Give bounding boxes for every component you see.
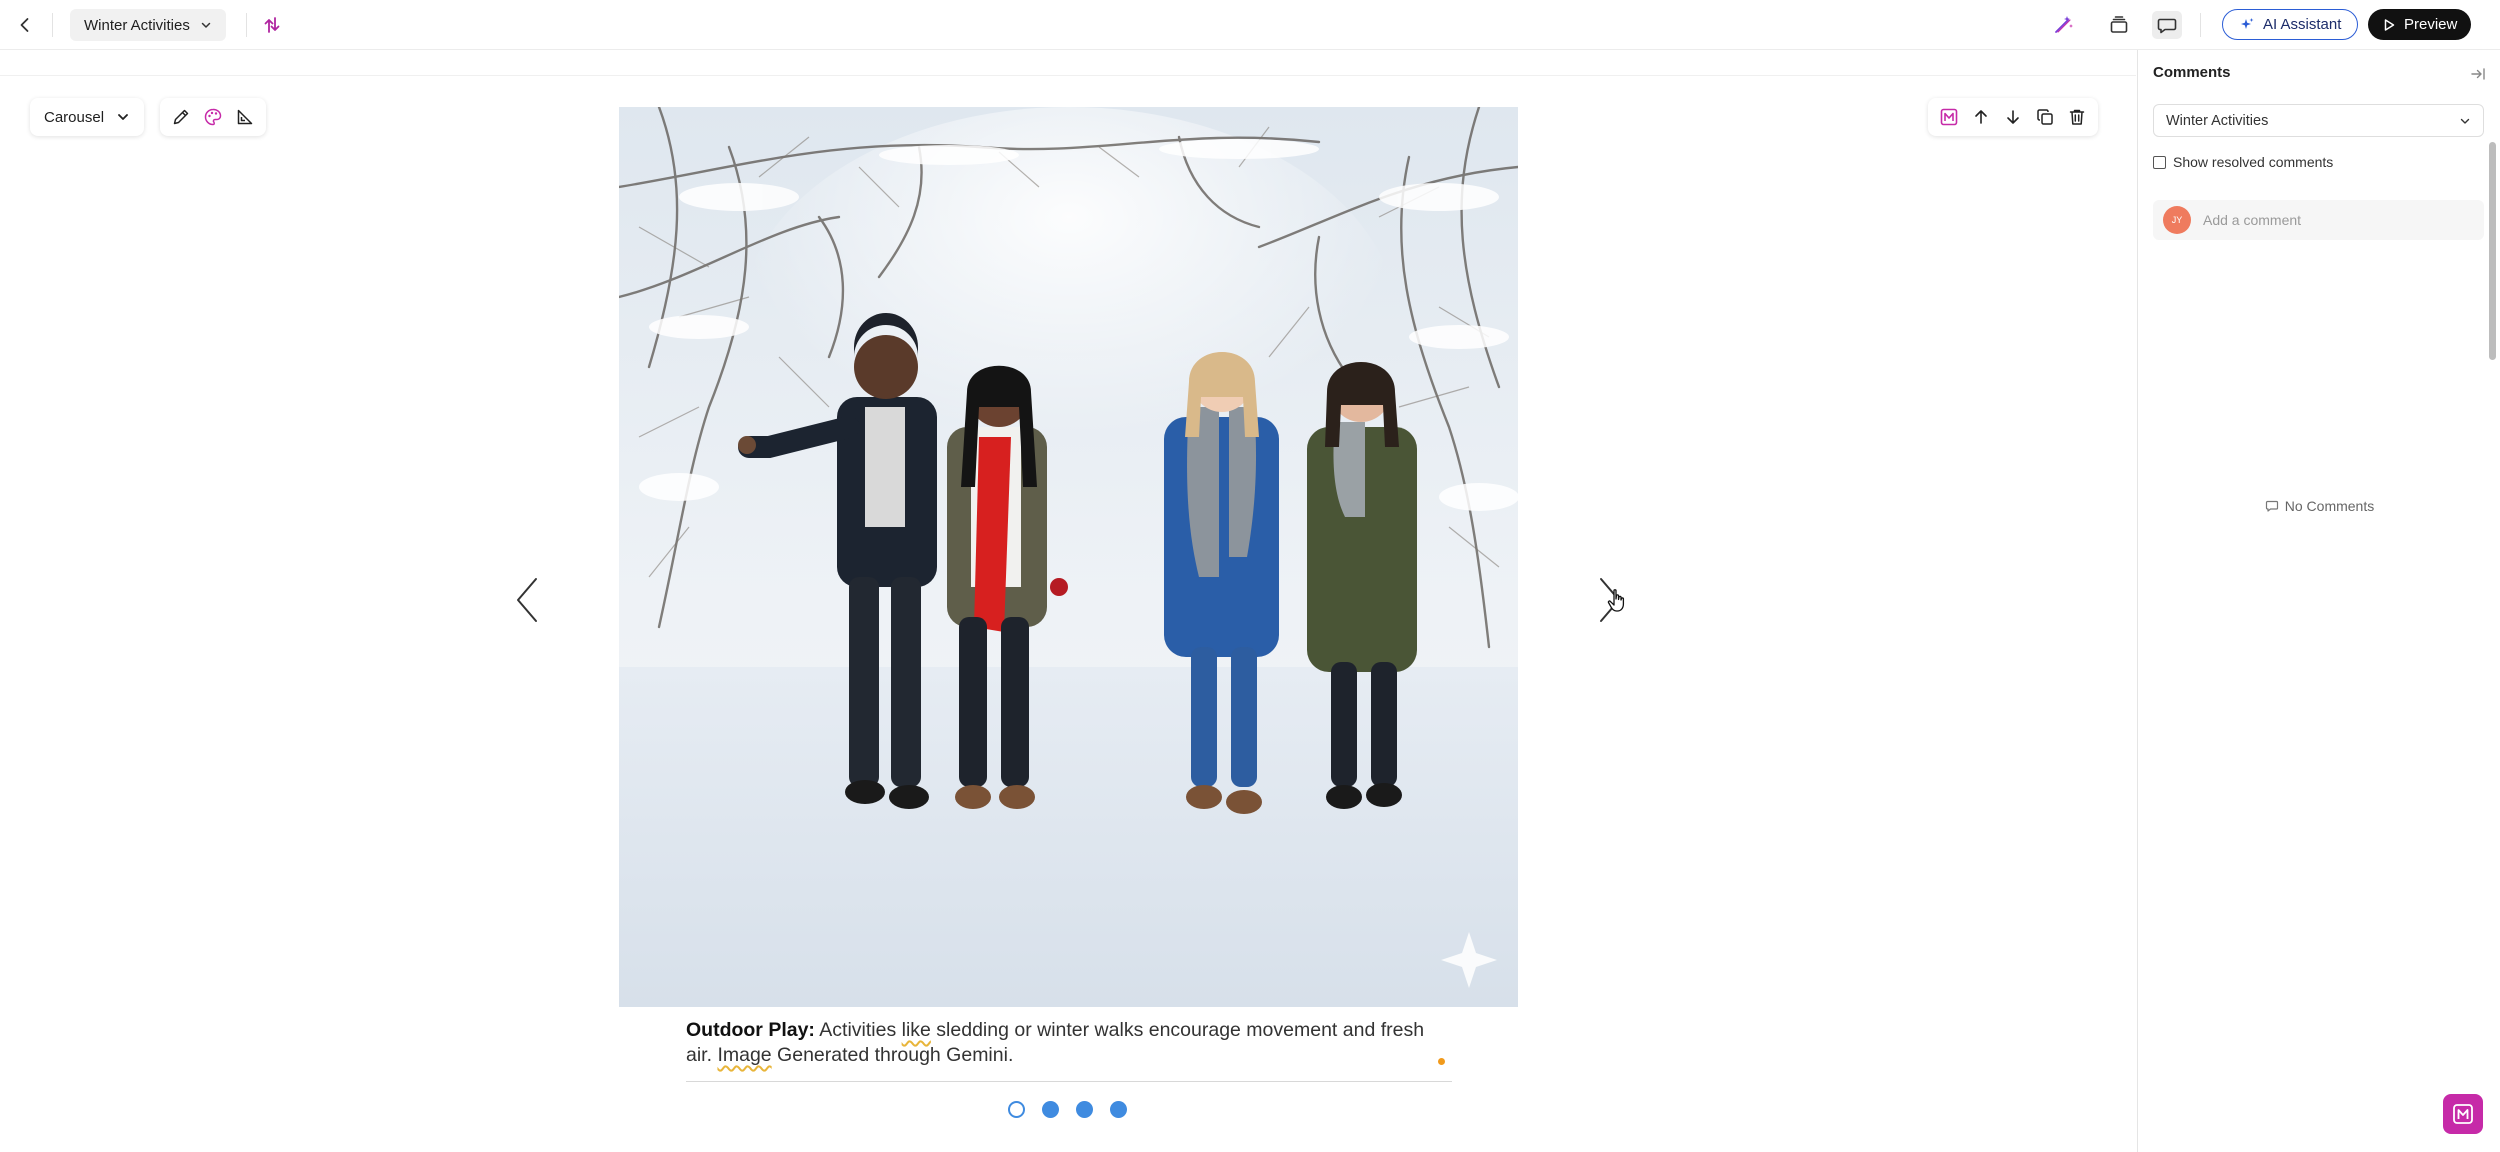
pencil-icon <box>173 109 189 125</box>
comments-toggle-button[interactable] <box>2152 11 2182 39</box>
selected-document: Winter Activities <box>2166 112 2269 129</box>
reorder-button[interactable] <box>258 11 286 39</box>
brand-logo-icon <box>1940 108 1958 126</box>
spell-flag: like <box>901 1019 931 1041</box>
carousel-prev-button[interactable] <box>507 570 547 630</box>
preview-button[interactable]: Preview <box>2368 9 2472 40</box>
speech-bubble-icon <box>2265 500 2278 512</box>
show-resolved-checkbox[interactable] <box>2153 155 2166 169</box>
speech-bubble-icon <box>2157 18 2177 34</box>
caption-text: Generated through Gemini. <box>771 1044 1014 1066</box>
avatar: JY <box>2163 206 2191 234</box>
ruler-bar <box>0 51 2136 76</box>
new-comment-box: JY <box>2153 200 2484 240</box>
magic-wand-icon <box>2055 16 2073 33</box>
chevron-left-icon <box>517 578 537 622</box>
winter-walk-photo <box>619 107 1518 1007</box>
carousel-dot-3[interactable] <box>1076 1101 1093 1118</box>
document-title: Winter Activities <box>84 16 190 34</box>
layout-button[interactable] <box>234 106 256 128</box>
preview-label: Preview <box>2404 16 2458 33</box>
toolbar-divider <box>2200 13 2201 37</box>
brand-help-button[interactable] <box>2443 1094 2483 1134</box>
block-type-dropdown[interactable]: Carousel <box>30 98 145 136</box>
ai-assistant-button[interactable]: AI Assistant <box>2222 9 2359 40</box>
collapse-panel-button[interactable] <box>2468 64 2488 84</box>
editor-canvas: Carousel Outdoor Play: Activities like s… <box>0 76 2136 1152</box>
delete-button[interactable] <box>2066 106 2088 128</box>
carousel-dot-4[interactable] <box>1110 1101 1127 1118</box>
trash-icon <box>2069 109 2085 125</box>
play-icon <box>2384 18 2395 31</box>
caption-heading: Outdoor Play: <box>686 1019 815 1041</box>
carousel-dot-2[interactable] <box>1042 1101 1059 1118</box>
carousel-caption[interactable]: Outdoor Play: Activities like sledding o… <box>686 1018 1452 1068</box>
brand-block-button[interactable] <box>1938 106 1960 128</box>
chevron-left-icon <box>20 18 29 32</box>
panel-title: Comments <box>2153 64 2231 81</box>
move-down-button[interactable] <box>2002 106 2024 128</box>
style-button[interactable] <box>202 106 224 128</box>
comment-input[interactable] <box>2203 212 2474 228</box>
magic-button[interactable] <box>2048 11 2078 39</box>
chevron-down-icon <box>118 114 128 120</box>
set-square-icon <box>237 109 253 125</box>
carousel-pagination <box>1008 1101 1127 1118</box>
show-resolved-row: Show resolved comments <box>2153 154 2333 170</box>
back-button[interactable] <box>12 12 38 38</box>
toolbar-divider <box>246 13 247 37</box>
arrow-up-icon <box>1975 110 1987 124</box>
pointer-cursor-icon <box>1607 589 1625 612</box>
brand-logo-icon <box>2453 1104 2473 1124</box>
sort-arrows-icon <box>264 17 280 33</box>
toolbar-divider <box>52 13 53 37</box>
grammar-indicator[interactable] <box>1438 1058 1445 1065</box>
caption-text: Activities <box>814 1019 902 1041</box>
top-toolbar: Winter Activities AI Assistant Preview <box>0 0 2500 50</box>
document-title-dropdown[interactable]: Winter Activities <box>70 9 226 41</box>
caption-underline <box>686 1081 1452 1082</box>
layers-button[interactable] <box>2104 11 2134 39</box>
copy-icon <box>2037 109 2053 125</box>
palette-icon <box>204 108 222 126</box>
collapse-right-icon <box>2471 68 2485 80</box>
chevron-down-icon <box>201 22 211 28</box>
empty-state: No Comments <box>2138 498 2500 514</box>
block-edit-toolbar <box>160 98 266 136</box>
comments-document-select[interactable]: Winter Activities <box>2153 104 2484 137</box>
arrow-down-icon <box>2007 110 2019 124</box>
edit-button[interactable] <box>170 106 192 128</box>
sparkle-icon <box>2241 17 2254 29</box>
empty-state-text: No Comments <box>2284 498 2375 514</box>
layers-icon <box>2110 16 2128 33</box>
duplicate-button[interactable] <box>2034 106 2056 128</box>
block-actions-toolbar <box>1928 98 2098 136</box>
show-resolved-label: Show resolved comments <box>2173 154 2334 170</box>
ai-assistant-label: AI Assistant <box>2263 16 2342 33</box>
block-type-label: Carousel <box>44 108 105 126</box>
carousel-slide-image[interactable] <box>619 107 1518 1007</box>
carousel-dot-1[interactable] <box>1008 1101 1025 1118</box>
move-up-button[interactable] <box>1970 106 1992 128</box>
chevron-down-icon <box>2460 118 2470 124</box>
spell-flag: Image <box>717 1044 772 1066</box>
comments-panel: Comments Winter Activities Show resolved… <box>2137 50 2500 1152</box>
panel-scrollbar[interactable] <box>2489 142 2496 360</box>
